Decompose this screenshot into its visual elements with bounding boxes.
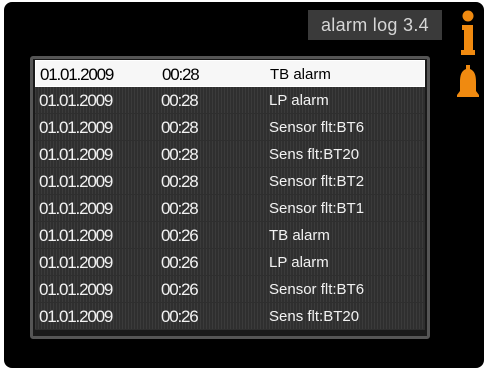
alarm-log-row[interactable]: 01.01.2009 00:26 Sensor flt:BT6 — [35, 276, 425, 303]
alarm-log-row[interactable]: 01.01.2009 00:28 Sensor flt:BT2 — [35, 168, 425, 195]
menu-number: 3.4 — [403, 15, 429, 35]
alarm-log-row[interactable]: 01.01.2009 00:26 LP alarm — [35, 249, 425, 276]
alarm-log-row[interactable]: 01.01.2009 00:28 Sensor flt:BT1 — [35, 195, 425, 222]
alarm-log-row[interactable]: 01.01.2009 00:26 Sens flt:BT20 — [35, 303, 425, 330]
alarm-log-row[interactable]: 01.01.2009 00:28 TB alarm — [35, 60, 425, 87]
alarm-event: Sensor flt:BT2 — [269, 173, 365, 190]
alarm-event: Sensor flt:BT6 — [269, 281, 365, 298]
alarm-event: TB alarm — [269, 227, 330, 244]
alarm-date: 01.01.2009 — [39, 253, 113, 272]
alarm-time: 00:28 — [162, 65, 200, 84]
alarm-date: 01.01.2009 — [39, 91, 113, 110]
alarm-event: Sensor flt:BT6 — [269, 119, 365, 136]
alarm-event: TB alarm — [270, 66, 331, 83]
alarm-time: 00:26 — [161, 307, 199, 326]
alarm-date: 01.01.2009 — [39, 199, 113, 218]
alarm-event: Sensor flt:BT1 — [269, 200, 365, 217]
alarm-event: LP alarm — [269, 254, 329, 271]
menu-title-bar: alarm log 3.4 — [308, 10, 442, 40]
alarm-date: 01.01.2009 — [39, 226, 113, 245]
alarm-log-row[interactable]: 01.01.2009 00:28 Sens flt:BT20 — [35, 141, 425, 168]
alarm-time: 00:26 — [161, 280, 199, 299]
alarm-log-row[interactable]: 01.01.2009 00:28 LP alarm — [35, 87, 425, 114]
display-screen: alarm log 3.4 01.01.2009 00:28 TB alarm 01.… — [4, 2, 484, 368]
alarm-log-row[interactable]: 01.01.2009 00:26 TB alarm — [35, 222, 425, 249]
alarm-time: 00:28 — [161, 118, 199, 137]
alarm-log-list: 01.01.2009 00:28 TB alarm 01.01.2009 00:28 LP… — [30, 56, 430, 339]
alarm-time: 00:28 — [161, 91, 199, 110]
info-icon[interactable] — [460, 10, 476, 56]
alarm-time: 00:28 — [161, 145, 199, 164]
alarm-date: 01.01.2009 — [39, 145, 113, 164]
alarm-date: 01.01.2009 — [39, 118, 113, 137]
alarm-date: 01.01.2009 — [39, 307, 113, 326]
bell-icon[interactable] — [456, 64, 480, 100]
alarm-time: 00:26 — [161, 226, 199, 245]
alarm-time: 00:26 — [161, 253, 199, 272]
menu-title: alarm log — [321, 15, 398, 35]
alarm-log-row[interactable]: 01.01.2009 00:28 Sensor flt:BT6 — [35, 114, 425, 141]
alarm-event: LP alarm — [269, 92, 329, 109]
alarm-time: 00:28 — [161, 199, 199, 218]
alarm-event: Sens flt:BT20 — [269, 308, 360, 325]
alarm-date: 01.01.2009 — [39, 280, 113, 299]
alarm-time: 00:28 — [161, 172, 199, 191]
alarm-date: 01.01.2009 — [40, 65, 114, 84]
alarm-date: 01.01.2009 — [39, 172, 113, 191]
alarm-event: Sens flt:BT20 — [269, 146, 360, 163]
